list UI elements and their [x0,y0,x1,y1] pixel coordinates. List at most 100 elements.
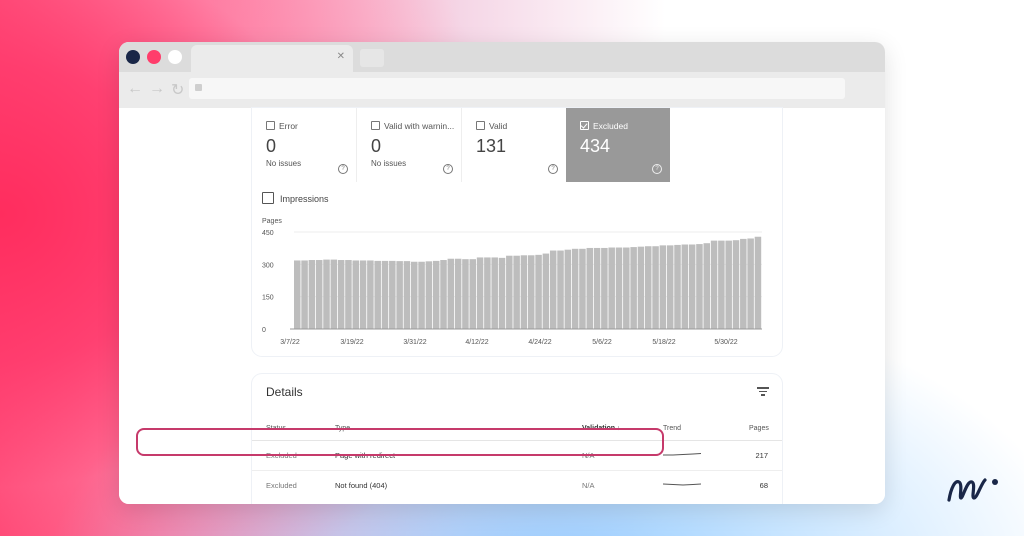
chart-bar[interactable] [535,254,542,329]
new-tab-button[interactable] [360,49,384,67]
chart-bar[interactable] [747,238,754,329]
chart-bar[interactable] [374,260,381,329]
checkbox-icon[interactable] [476,121,485,130]
checkbox-icon[interactable] [266,121,275,130]
chart-bar[interactable] [476,257,484,329]
chart-bar[interactable] [432,260,440,329]
chart-bar[interactable] [549,250,557,329]
reload-icon[interactable]: ↻ [171,80,184,100]
y-tick-label: 300 [262,262,274,269]
chart-bar[interactable] [352,260,360,329]
chart-bar[interactable] [506,255,513,329]
card-valid-with-warnings[interactable]: Valid with warnin... 0 No issues ? [357,108,462,182]
browser-tab[interactable]: ✕ [191,45,353,72]
help-icon[interactable]: ? [443,164,453,174]
chart-bar[interactable] [491,257,498,329]
chart-bar[interactable] [315,260,323,329]
chart-bar[interactable] [725,240,732,329]
chart-bar[interactable] [688,244,696,329]
chart-bar[interactable] [710,240,718,329]
card-label: Error [279,121,298,131]
chart-bar[interactable] [659,245,667,329]
back-arrow-icon[interactable]: ← [127,80,143,98]
chart-bar[interactable] [294,260,301,329]
chart-bar[interactable] [484,257,491,329]
chart-bar[interactable] [323,259,330,329]
chart-bar[interactable] [542,253,550,329]
minimize-window-dot[interactable] [147,50,161,64]
chart-bar[interactable] [462,259,469,329]
checkbox-icon[interactable] [580,121,589,130]
card-valid[interactable]: Valid 131 ? [462,108,567,182]
impressions-label: Impressions [280,194,329,204]
chart-bar[interactable] [630,247,637,329]
chart-bar[interactable] [754,236,762,329]
chart-bar[interactable] [345,260,352,329]
help-icon[interactable]: ? [652,164,662,174]
y-axis-label: Pages [262,218,282,225]
chart-bar[interactable] [520,255,528,329]
chart-bar[interactable] [498,257,506,329]
chart-bar[interactable] [389,260,396,329]
filter-icon[interactable] [757,387,769,397]
chart-bar[interactable] [623,247,630,329]
chart-bar[interactable] [330,259,338,329]
chart-bar[interactable] [359,260,367,329]
chart-bar[interactable] [645,246,652,329]
table-row[interactable]: Excluded Not found (404) N/A 68 [252,471,782,500]
card-value: 0 [371,136,382,156]
chart-bar[interactable] [601,247,608,329]
chart-bar[interactable] [337,260,345,329]
chart-bar[interactable] [513,255,520,329]
chart-bar[interactable] [440,260,447,329]
chart-bar[interactable] [528,255,535,329]
chart-bar[interactable] [396,261,403,329]
checkbox-icon[interactable] [371,121,380,130]
chart-bar[interactable] [681,244,689,329]
chart-bar[interactable] [308,260,316,329]
chart-bar[interactable] [718,240,725,329]
chart-bar[interactable] [469,259,477,329]
chart-bar[interactable] [608,247,615,329]
chart-bar[interactable] [696,244,703,329]
chart-bar[interactable] [732,240,740,329]
chart-bar[interactable] [615,247,623,329]
chart-bar[interactable] [403,261,411,329]
chart-bar[interactable] [381,260,389,329]
close-window-dot[interactable] [126,50,140,64]
chart-bar[interactable] [425,261,433,329]
checkbox-icon[interactable] [262,192,274,204]
chart-bar[interactable] [674,244,681,329]
chart-bar[interactable] [301,260,308,329]
chart-bar[interactable] [586,247,594,329]
chart-bar[interactable] [571,248,579,329]
y-tick-label: 450 [262,230,274,237]
chart-bar[interactable] [637,246,645,329]
help-icon[interactable]: ? [338,164,348,174]
close-icon[interactable]: ✕ [337,51,345,62]
address-bar[interactable] [189,78,845,99]
forward-arrow-icon[interactable]: → [149,80,165,98]
help-icon[interactable]: ? [548,164,558,174]
chart-bar[interactable] [418,261,425,329]
chart-bar[interactable] [411,261,418,329]
chart-bar[interactable] [593,247,601,329]
chart-bar[interactable] [447,258,455,329]
chart-bar[interactable] [564,249,572,329]
x-tick-label: 5/30/22 [714,339,737,346]
header-pages[interactable]: Pages [749,425,769,432]
x-tick-label: 3/19/22 [340,339,363,346]
chart-bar[interactable] [557,250,564,329]
header-trend[interactable]: Trend [663,425,681,432]
card-error[interactable]: Error 0 No issues ? [252,108,357,182]
chart-bar[interactable] [666,245,674,329]
chart-bar[interactable] [367,260,374,329]
chart-bar[interactable] [703,243,711,329]
chart-bar[interactable] [579,248,586,329]
maximize-window-dot[interactable] [168,50,182,64]
chart-bar[interactable] [652,246,659,329]
impressions-toggle[interactable]: Impressions [262,192,329,204]
chart-bar[interactable] [454,258,462,329]
card-excluded[interactable]: Excluded 434 ? [566,108,670,182]
chart-bar[interactable] [740,238,747,329]
